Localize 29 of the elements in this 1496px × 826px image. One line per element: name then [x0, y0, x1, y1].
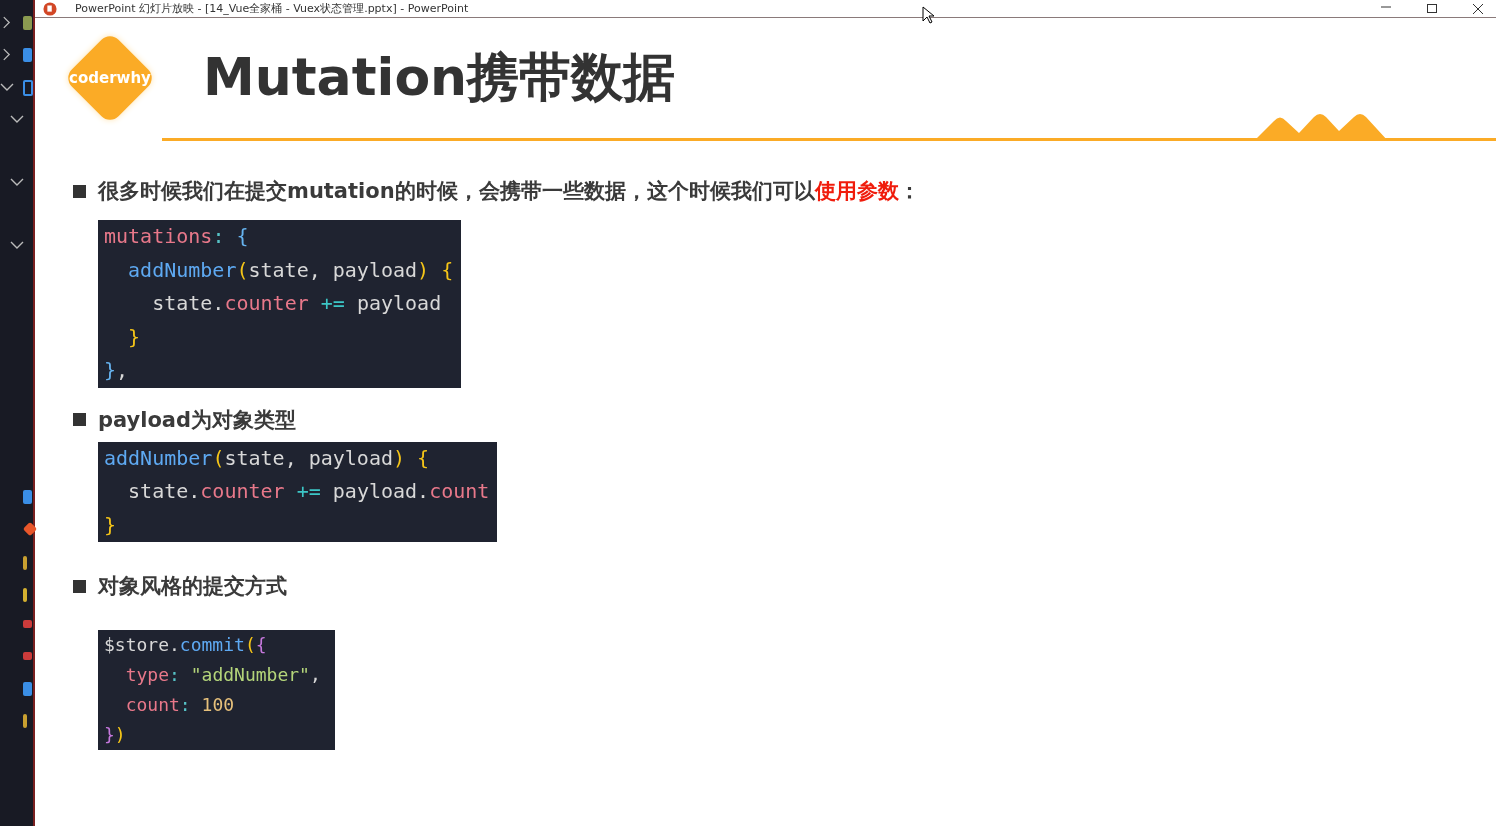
bullet-icon — [73, 184, 86, 198]
file-icon — [23, 556, 27, 570]
file-icon — [23, 714, 27, 728]
bullet-text: payload为对象类型 — [98, 406, 297, 434]
chevron-down-icon[interactable] — [10, 114, 24, 124]
maximize-icon[interactable] — [1426, 3, 1438, 14]
file-icon — [23, 16, 32, 30]
close-icon[interactable] — [1472, 3, 1484, 14]
file-icon — [23, 490, 32, 504]
bullet-icon — [73, 413, 86, 426]
mouse-cursor-icon — [922, 6, 934, 24]
chevron-right-icon[interactable] — [2, 16, 11, 29]
file-icon — [23, 48, 32, 62]
chevron-right-icon[interactable] — [2, 48, 11, 61]
file-icon — [23, 652, 32, 660]
chevron-down-icon[interactable] — [10, 177, 24, 187]
file-icon — [23, 620, 32, 628]
window-title: PowerPoint 幻灯片放映 - [14_Vue全家桶 - Vuex状态管理.pptx] - PowerPoint — [75, 1, 469, 16]
chevron-down-icon[interactable] — [0, 82, 14, 92]
bullet-text: 对象风格的提交方式 — [98, 573, 287, 600]
bullet-icon — [73, 579, 86, 593]
file-icon — [23, 588, 27, 602]
code-block: addNumber(state, payload) { state.counter += payload.count } — [98, 441, 498, 542]
code-block: $store.commit({ type: "addNumber", count: 100 }) — [98, 630, 335, 750]
slide-title: Mutation携带数据 — [203, 46, 676, 109]
chevron-down-icon[interactable] — [10, 240, 24, 250]
file-icon — [23, 682, 32, 696]
bullet-text: 很多时候我们在提交mutation的时候，会携带一些数据，这个时候我们可以使用参数： — [98, 178, 920, 205]
code-block: mutations: { addNumber(state, payload) { state.counter += payload } }, — [98, 220, 462, 388]
